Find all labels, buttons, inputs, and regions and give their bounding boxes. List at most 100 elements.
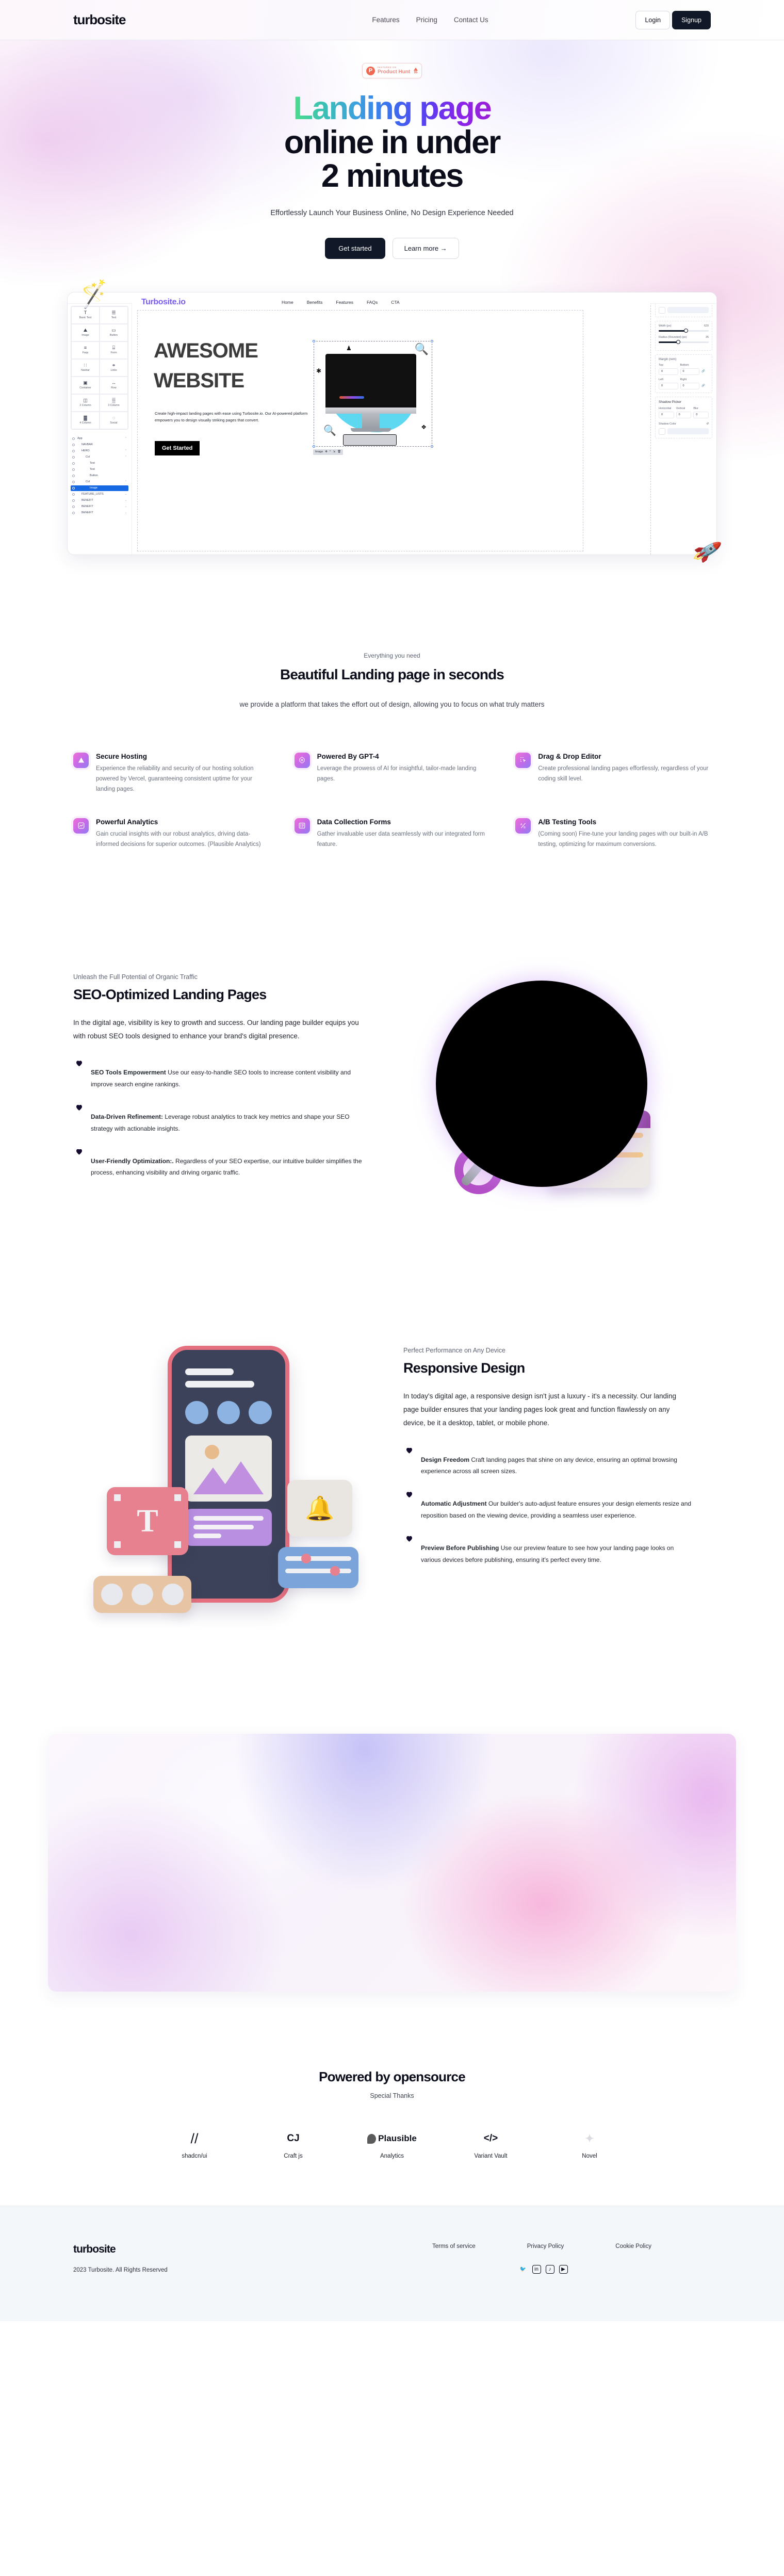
margin-top-input[interactable]: 0 [659, 368, 678, 375]
canvas-get-started-button[interactable]: Get Started [155, 441, 200, 455]
shadow-color-swatch[interactable] [659, 428, 665, 435]
palette-label: Faqs [82, 351, 89, 355]
builder-canvas[interactable]: Turbosite.io Home Benefits Features FAQs… [132, 292, 650, 555]
palette-item[interactable]: ◌ Social [100, 411, 128, 429]
layer-row[interactable]: Col ⌃ [71, 479, 128, 485]
resize-handle-top-left[interactable] [313, 339, 315, 343]
phone-avatar [185, 1401, 208, 1425]
nav-link-features[interactable]: Features [372, 16, 399, 24]
chevron-down-icon[interactable]: ⌄ [125, 493, 127, 496]
layer-row[interactable]: NAVBAR [71, 442, 128, 448]
seo-title: SEO-Optimized Landing Pages [73, 987, 267, 1003]
nav-link-contact-us[interactable]: Contact Us [454, 16, 488, 24]
layer-row[interactable]: BENEFIT ⌄ [71, 510, 128, 516]
chevron-up-icon[interactable]: ⌃ [125, 455, 127, 459]
layer-row[interactable]: FEATURE_LISTS ⌄ [71, 492, 128, 497]
resize-handle-bottom-right[interactable] [431, 445, 433, 448]
palette-item[interactable]: ⛰ Image [71, 323, 100, 341]
layer-row[interactable]: HERO ⌃ [71, 448, 128, 454]
nav-link-pricing[interactable]: Pricing [416, 16, 437, 24]
background-color-value[interactable] [667, 307, 709, 314]
margin-right-input[interactable]: 0 [680, 382, 699, 389]
palette-item[interactable]: ▓ 4 Column [71, 411, 100, 429]
canvas-nav-features[interactable]: Features [336, 300, 353, 305]
canvas-nav-faqs[interactable]: FAQs [367, 300, 378, 305]
palette-item[interactable]: ∷ Navbar [71, 358, 100, 377]
feature-title: Secure Hosting [96, 752, 148, 760]
chevron-up-icon[interactable]: ⌃ [125, 437, 127, 440]
opensource-item-plausible[interactable]: Plausible Analytics [353, 2130, 431, 2159]
opensource-item-craftjs[interactable]: CJ Craft js [255, 2130, 332, 2159]
footer-link-terms[interactable]: Terms of service [432, 2243, 476, 2249]
resize-handle-bottom-left[interactable] [313, 445, 315, 448]
width-slider[interactable] [659, 328, 709, 333]
layer-row[interactable]: Text [71, 467, 128, 472]
tiktok-icon[interactable]: ♪ [545, 2265, 554, 2274]
linkedin-icon[interactable]: in [532, 2265, 541, 2274]
radius-slider[interactable] [659, 339, 709, 344]
responsive-bullet-bold: Automatic Adjustment [421, 1500, 487, 1508]
canvas-selected-image-frame[interactable]: ♟ ✱ 🔍 🔍 ❖ Image ✥ ^ ⇲ 🗑 [313, 339, 433, 455]
canvas-nav-cta[interactable]: CTA [391, 300, 399, 305]
shadow-reset-icon[interactable]: ↺ [706, 422, 709, 426]
seo-paragraph: In the digital age, visibility is key to… [73, 1018, 359, 1040]
palette-item[interactable]: ⚭ Links [100, 358, 128, 377]
chevron-down-icon[interactable]: ⌄ [125, 505, 127, 508]
duplicate-icon[interactable]: ⇲ [333, 450, 336, 453]
chevron-down-icon[interactable]: ⌄ [125, 511, 127, 514]
shadow-blur-input[interactable]: 0 [693, 411, 709, 418]
login-button[interactable]: Login [635, 10, 671, 29]
learn-more-button[interactable]: Learn more → [392, 237, 459, 259]
product-hunt-badge[interactable]: P FEATURED ON Product Hunt 95 [362, 63, 422, 78]
layer-row[interactable]: BENEFIT ⌄ [71, 504, 128, 510]
move-icon[interactable]: ✥ [325, 450, 328, 453]
link-horizontal-icon[interactable]: 🔗 [701, 384, 709, 387]
resize-handle-top-right[interactable] [431, 339, 433, 343]
footer-logo[interactable]: turbosite [73, 2243, 290, 2256]
shadow-color-value[interactable] [667, 428, 709, 435]
chevron-up-icon[interactable]: ⌃ [125, 449, 127, 452]
radius-slider-knob[interactable] [676, 339, 680, 344]
chevron-up-icon[interactable]: ⌃ [125, 480, 127, 483]
palette-item[interactable]: ▒ 3 Column [100, 394, 128, 412]
twitter-icon[interactable]: 🐦 [519, 2265, 528, 2274]
opensource-item-variant-vault[interactable]: </> Variant Vault [452, 2130, 530, 2159]
palette-item[interactable]: ▣ Container [71, 376, 100, 394]
footer-link-privacy[interactable]: Privacy Policy [527, 2243, 564, 2249]
link-vertical-icon[interactable]: 🔗 [701, 370, 709, 373]
seo-bullet-list: SEO Tools Empowerment Use our easy-to-ha… [73, 1059, 362, 1179]
layer-row[interactable]: App ⌃ [71, 436, 128, 442]
palette-item[interactable]: ≡ Faqs [71, 341, 100, 359]
margin-bottom-input[interactable]: 0 [680, 368, 699, 375]
width-slider-knob[interactable] [683, 328, 688, 333]
delete-icon[interactable]: 🗑 [337, 450, 341, 453]
opensource-item-novel[interactable]: ✦ Novel [551, 2130, 628, 2160]
youtube-icon[interactable]: ▶ [559, 2265, 568, 2274]
layer-row[interactable]: Text [71, 461, 128, 466]
footer-link-cookie[interactable]: Cookie Policy [615, 2243, 651, 2249]
margin-left-input[interactable]: 0 [659, 382, 678, 389]
signup-button[interactable]: Signup [672, 10, 711, 29]
shadow-vertical-input[interactable]: 0 [676, 411, 692, 418]
canvas-nav-home[interactable]: Home [282, 300, 293, 305]
get-started-button[interactable]: Get started [325, 237, 385, 259]
layer-row[interactable]: BENEFIT ⌄ [71, 498, 128, 503]
opensource-item-shadcn[interactable]: // shadcn/ui [156, 2130, 233, 2160]
parent-icon[interactable]: ^ [330, 450, 331, 453]
palette-item[interactable]: ⌸ Form [100, 341, 128, 359]
selection-toolbar[interactable]: Image ✥ ^ ⇲ 🗑 [313, 449, 344, 455]
layer-row[interactable]: Button [71, 473, 128, 479]
layer-row[interactable]: Col ⌃ [71, 454, 128, 460]
palette-item[interactable]: ◫ 2 Column [71, 394, 100, 412]
shadow-horizontal-input[interactable]: 0 [659, 411, 674, 418]
palette-item[interactable]: ↔ Row [100, 376, 128, 394]
background-color-swatch[interactable] [659, 306, 665, 314]
chevron-down-icon[interactable]: ⌄ [125, 499, 127, 502]
canvas-nav-benefits[interactable]: Benefits [307, 300, 323, 305]
brand-logo[interactable]: turbosite [73, 12, 126, 28]
layer-row-selected[interactable]: Image [71, 485, 128, 491]
text-tool-chip: T [107, 1487, 188, 1556]
feature-card-secure-hosting: Secure Hosting Experience the reliabilit… [73, 752, 269, 794]
product-hunt-vote[interactable]: 95 [414, 67, 418, 74]
palette-item[interactable]: ▭ Button [100, 323, 128, 341]
